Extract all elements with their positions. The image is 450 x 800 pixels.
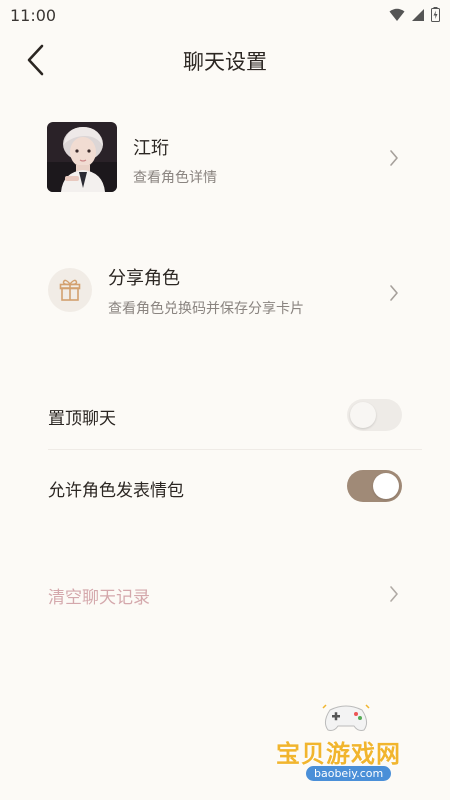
wifi-icon [389, 8, 405, 21]
page-title: 聊天设置 [183, 50, 267, 74]
clear-history-row[interactable]: 清空聊天记录 [0, 580, 450, 610]
gift-icon-container [48, 268, 92, 312]
chevron-right-icon [390, 150, 398, 166]
character-subtitle: 查看角色详情 [133, 170, 217, 186]
clear-history-label: 清空聊天记录 [48, 588, 150, 608]
allow-stickers-label: 允许角色发表情包 [48, 481, 184, 501]
character-name: 江珩 [133, 138, 169, 159]
share-title: 分享角色 [108, 268, 180, 289]
gift-icon [59, 279, 81, 301]
share-subtitle: 查看角色兑换码并保存分享卡片 [108, 301, 304, 317]
share-character-row[interactable]: 分享角色 查看角色兑换码并保存分享卡片 [0, 264, 450, 324]
allow-stickers-row: 允许角色发表情包 [0, 470, 450, 504]
chevron-right-icon [390, 586, 398, 602]
character-row[interactable]: 江珩 查看角色详情 [0, 122, 450, 194]
battery-icon [431, 7, 440, 22]
signal-icon [412, 8, 424, 21]
toggle-knob [350, 402, 376, 428]
header: 聊天设置 [0, 38, 450, 82]
watermark-url: baobeiy.com [306, 766, 392, 781]
allow-stickers-toggle[interactable] [347, 470, 402, 502]
toggle-knob [373, 473, 399, 499]
divider [48, 449, 422, 450]
status-icons [389, 7, 440, 22]
status-time: 11:00 [10, 6, 57, 25]
pin-chat-row: 置顶聊天 [0, 398, 450, 432]
gamepad-icon [322, 704, 370, 731]
chevron-right-icon [390, 285, 398, 301]
status-bar: 11:00 [0, 0, 450, 32]
avatar [47, 122, 117, 192]
watermark-logo: 宝贝游戏网 baobeiy.com [270, 704, 430, 794]
pin-chat-toggle[interactable] [347, 399, 402, 431]
pin-chat-label: 置顶聊天 [48, 409, 116, 429]
watermark-text: 宝贝游戏网 [276, 740, 401, 768]
